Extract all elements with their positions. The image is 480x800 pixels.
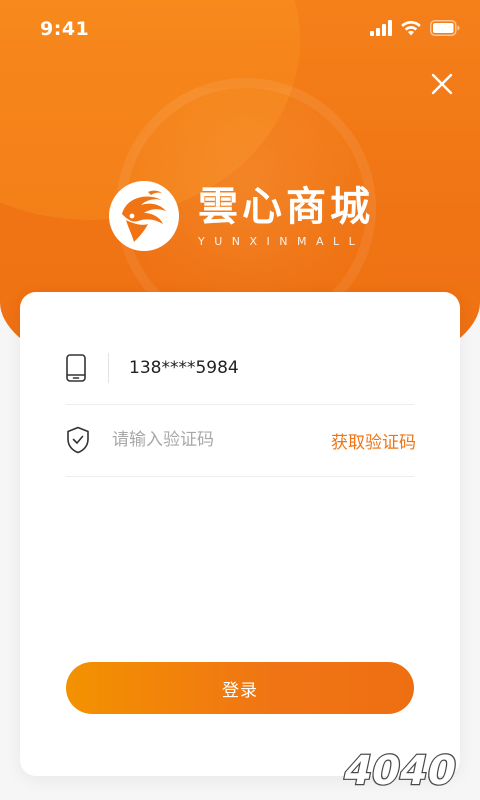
status-icons	[370, 20, 460, 36]
code-field-row: 获取验证码	[66, 404, 416, 477]
brand-logo-icon	[109, 181, 179, 251]
login-card: 获取验证码 登录	[20, 292, 460, 776]
login-button[interactable]: 登录	[66, 662, 414, 714]
brand-name: 雲心商城	[198, 182, 374, 230]
watermark-logo: 4040	[338, 745, 462, 794]
phone-icon	[66, 354, 86, 382]
get-code-button[interactable]: 获取验证码	[331, 428, 416, 453]
phone-field-icon	[66, 352, 106, 384]
brand-subtitle: YUNXINMALL	[198, 234, 365, 248]
brand-text: 雲心商城 YUNXINMALL	[198, 182, 374, 248]
wifi-icon	[401, 20, 421, 36]
brand: 雲心商城 YUNXINMALL	[108, 180, 374, 252]
battery-icon	[430, 20, 460, 36]
status-time: 9:41	[40, 18, 90, 40]
shield-check-icon	[67, 426, 89, 454]
code-field-icon	[66, 424, 90, 456]
phone-input[interactable]	[129, 353, 414, 383]
verification-code-input[interactable]	[112, 425, 331, 455]
signal-icon	[370, 20, 392, 36]
status-bar: 9:41	[0, 0, 480, 60]
phone-field-row	[66, 332, 414, 405]
phone-field-divider	[108, 353, 109, 383]
close-button[interactable]	[428, 70, 456, 98]
watermark-text: 4040	[339, 746, 460, 793]
close-icon	[431, 73, 453, 95]
